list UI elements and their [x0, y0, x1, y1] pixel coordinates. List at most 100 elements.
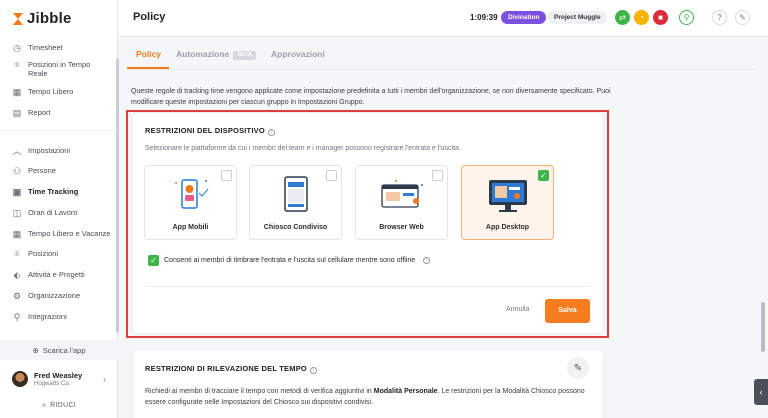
card-title-text: RESTRIZIONI DI RILEVAZIONE DEL TEMPO [145, 364, 307, 373]
sidebar-item-organization[interactable]: ⚙ Organizzazione [12, 291, 112, 301]
top-header: Policy 1:09:39 Divination Project Muggle… [118, 0, 768, 37]
card-title: RESTRIZIONI DI RILEVAZIONE DEL TEMPO i [145, 364, 317, 374]
download-app-button[interactable]: ⊕ Scarica l'app [0, 340, 118, 360]
people-icon: ⚇ [12, 166, 22, 176]
sidebar-item-label: Orari di Lavoro [28, 208, 78, 217]
card-divider [145, 286, 591, 287]
download-app-label: Scarica l'app [42, 345, 86, 355]
sidebar-item-label: Time Tracking [28, 187, 79, 196]
stop-button[interactable]: ■ [653, 10, 668, 25]
sidebar-item-label: Impostazioni [28, 146, 71, 155]
tag-icon: ⬖ [13, 270, 21, 280]
tab-approvals[interactable]: Approvazioni [271, 49, 325, 59]
sidebar-item-live-locations[interactable]: ⌾ Posizioni in Tempo Reale [12, 60, 112, 78]
sidebar-item-settings[interactable]: ︿ Impostazioni [12, 146, 112, 156]
integration-icon: ⚲ [13, 312, 21, 322]
device-option-desktop[interactable]: ✓ App Desktop [461, 165, 554, 240]
info-icon[interactable]: i [309, 367, 317, 374]
gear-icon: ⚙ [12, 291, 22, 301]
info-icon[interactable]: i [423, 257, 431, 264]
device-option-kiosk[interactable]: Chiosco Condiviso [249, 165, 342, 240]
device-option-mobile[interactable]: App Mobili [144, 165, 237, 240]
location-pin-icon: ⌾ [14, 249, 20, 259]
sidebar: Jibble ◷ Timesheet ⌾ Posizioni in Tempo … [0, 0, 119, 418]
sidebar-item-locations[interactable]: ⌾ Posizioni [12, 249, 112, 259]
device-checkbox-checked[interactable]: ✓ [538, 170, 549, 181]
device-checkbox[interactable] [432, 170, 443, 181]
sidebar-item-label: Posizioni in Tempo Reale [28, 60, 91, 78]
sidebar-item-integrations[interactable]: ⚲ Integrazioni [12, 312, 112, 322]
description-text: Richiedi ai membri di tracciare il tempo… [145, 388, 374, 395]
cancel-button[interactable]: Annulla [506, 306, 529, 313]
sidebar-item-time-tracking[interactable]: ▣ Time Tracking [12, 187, 112, 197]
card-title-text: RESTRIZIONI DEL DISPOSITIVO [145, 126, 265, 135]
coffee-icon: ◔ [639, 13, 644, 22]
announcements-button[interactable]: ✎ [735, 10, 750, 25]
pencil-icon: ✎ [573, 362, 583, 374]
sidebar-item-label: Report [28, 108, 51, 117]
chevron-left-icon: ‹ [759, 387, 763, 397]
sidebar-item-timesheet[interactable]: ◷ Timesheet [12, 43, 112, 53]
sidebar-item-work-schedules[interactable]: ◫ Orari di Lavoro [12, 208, 112, 218]
tab-policy[interactable]: Policy [136, 49, 161, 59]
device-label: App Mobili [172, 224, 209, 231]
avatar [12, 371, 28, 387]
page-title: Policy [133, 11, 166, 23]
tab-label: Automazione [176, 49, 230, 59]
megaphone-icon: ✎ [739, 13, 746, 22]
tab-label: Policy [136, 49, 162, 59]
device-checkbox[interactable] [326, 170, 337, 181]
sidebar-item-label: Organizzazione [28, 291, 81, 300]
sidebar-divider [0, 130, 118, 131]
chevron-up-icon: ︿ [12, 146, 22, 156]
tracking-description: Richiedi ai membri di tracciare il tempo… [145, 386, 595, 408]
help-button[interactable]: ? [712, 10, 727, 25]
content-scrollbar[interactable] [761, 302, 765, 352]
clock-in-status-button[interactable]: ⚲ [679, 10, 694, 25]
app-name: Jibble [27, 10, 72, 27]
report-icon: ▤ [12, 108, 22, 118]
tracking-restrictions-card: RESTRIZIONI DI RILEVAZIONE DEL TEMPO i ✎ … [133, 350, 603, 418]
sidebar-item-time-off[interactable]: ▦ Tempo Libero [12, 87, 112, 97]
clock-icon: ◷ [13, 43, 21, 53]
project-pill[interactable]: Project Muggle [548, 11, 607, 24]
save-button[interactable]: Salva [545, 299, 590, 323]
tab-automation[interactable]: Automazione BETA [176, 49, 256, 60]
info-icon[interactable]: i [267, 129, 275, 136]
offline-checkbox[interactable]: ✓ [148, 255, 159, 266]
sidebar-item-activities-projects[interactable]: ⬖ Attività e Progetti [12, 270, 112, 280]
hourglass-logo-icon [13, 12, 23, 25]
user-menu[interactable]: Fred Weasley Hogwarts Co. › [0, 364, 118, 394]
offline-clocking-option[interactable]: ✓ Consenti ai membri di timbrare l'entra… [148, 255, 431, 266]
break-button[interactable]: ◔ [634, 10, 649, 25]
device-option-web-browser[interactable]: Browser Web [355, 165, 448, 240]
activity-pill[interactable]: Divination [501, 11, 547, 24]
browser-window-icon [380, 180, 423, 208]
sidebar-item-label: Integrazioni [28, 312, 67, 321]
collapse-label: RIDUCI [50, 401, 77, 409]
calendar-icon: ▦ [12, 87, 22, 97]
sidebar-item-people[interactable]: ⚇ Persone [12, 166, 112, 176]
sidebar-item-time-off-holidays[interactable]: ▦ Tempo Libero e Vacanze [12, 229, 112, 239]
device-restrictions-card: RESTRIZIONI DEL DISPOSITIVO i Selezionare… [133, 113, 603, 333]
sidebar-item-report[interactable]: ▤ Report [12, 108, 112, 118]
beta-badge: BETA [233, 51, 256, 60]
edit-button[interactable]: ✎ [567, 357, 589, 379]
kiosk-tablet-icon [283, 176, 308, 212]
sidebar-scrollbar[interactable] [116, 58, 119, 333]
policy-intro-text: Queste regole di tracking time vengono a… [131, 88, 611, 106]
card-title: RESTRIZIONI DEL DISPOSITIVO i [145, 126, 275, 136]
expand-panel-button[interactable]: ‹ [754, 379, 768, 405]
jibble-logo[interactable]: Jibble [12, 10, 72, 27]
mobile-phone-icon [174, 179, 208, 209]
time-tracking-icon: ▣ [12, 187, 22, 197]
switch-activity-button[interactable]: ⇄ [615, 10, 630, 25]
sidebar-item-label: Posizioni [28, 249, 59, 258]
person-clock-icon: ⚲ [683, 13, 690, 22]
device-checkbox[interactable] [221, 170, 232, 181]
collapse-sidebar-button[interactable]: « RIDUCI [0, 396, 118, 414]
calendar-icon: ▦ [12, 229, 22, 239]
tabs-divider [127, 69, 755, 70]
question-icon: ? [717, 13, 722, 22]
double-chevron-left-icon: « [41, 401, 47, 409]
